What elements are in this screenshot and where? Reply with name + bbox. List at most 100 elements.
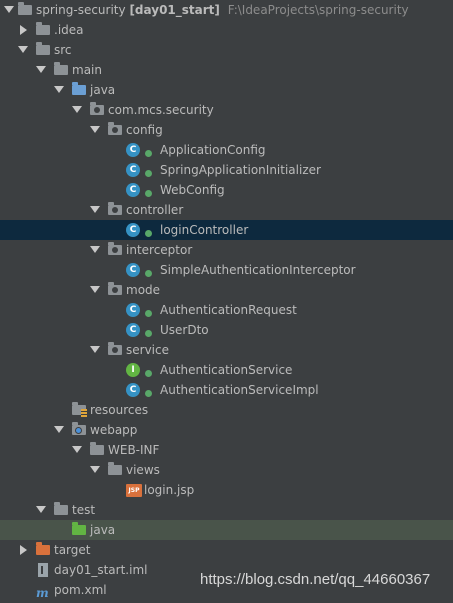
tree-row-webapp[interactable]: webapp — [0, 420, 453, 440]
public-access-icon — [145, 270, 152, 277]
tree-row-package[interactable]: com.mcs.security — [0, 100, 453, 120]
chevron-down-icon[interactable] — [4, 6, 14, 13]
tree-row-login-jsp[interactable]: JSP login.jsp — [0, 480, 453, 500]
chevron-down-icon[interactable] — [90, 466, 100, 473]
folder-icon — [90, 442, 104, 455]
tree-label: controller — [126, 203, 184, 217]
project-name: spring-security — [36, 3, 126, 17]
tree-label: mode — [126, 283, 161, 297]
chevron-down-icon[interactable] — [36, 506, 46, 513]
tree-row-interceptor[interactable]: interceptor — [0, 240, 453, 260]
chevron-down-icon[interactable] — [54, 426, 64, 433]
tree-label: target — [54, 543, 91, 557]
project-tree: spring-security [day01_start] F:\IdeaPro… — [0, 0, 453, 600]
tree-row-resources[interactable]: resources — [0, 400, 453, 420]
public-access-icon — [145, 150, 152, 157]
public-access-icon — [145, 190, 152, 197]
module-name: [day01_start] — [129, 3, 220, 17]
chevron-down-icon[interactable] — [90, 286, 100, 293]
tree-row-simple-auth-interceptor[interactable]: C SimpleAuthenticationInterceptor — [0, 260, 453, 280]
class-icon: C — [126, 263, 140, 277]
tree-row-config[interactable]: config — [0, 120, 453, 140]
tree-label: config — [126, 123, 163, 137]
folder-icon — [36, 22, 50, 35]
tree-row-target[interactable]: target — [0, 540, 453, 560]
tree-label: AuthenticationService — [160, 363, 293, 377]
tree-label: service — [126, 343, 169, 357]
tree-row-web-config[interactable]: C WebConfig — [0, 180, 453, 200]
tree-row-main[interactable]: main — [0, 60, 453, 80]
tree-row-application-config[interactable]: C ApplicationConfig — [0, 140, 453, 160]
tree-row-views[interactable]: views — [0, 460, 453, 480]
chevron-down-icon[interactable] — [36, 66, 46, 73]
tree-row-spring-app-initializer[interactable]: C SpringApplicationInitializer — [0, 160, 453, 180]
tree-label: SimpleAuthenticationInterceptor — [160, 263, 356, 277]
tree-row-java[interactable]: java — [0, 80, 453, 100]
jsp-file-icon: JSP — [126, 484, 142, 497]
tree-row-authentication-service[interactable]: I AuthenticationService — [0, 360, 453, 380]
tree-label: java — [90, 83, 116, 97]
tree-label: WebConfig — [160, 183, 225, 197]
tree-label: WEB-INF — [108, 443, 160, 457]
folder-icon — [54, 502, 68, 515]
class-icon: C — [126, 163, 140, 177]
public-access-icon — [145, 370, 152, 377]
public-access-icon — [145, 390, 152, 397]
chevron-down-icon[interactable] — [72, 106, 82, 113]
tree-row-login-controller[interactable]: C loginController — [0, 220, 453, 240]
chevron-down-icon[interactable] — [18, 46, 28, 53]
tree-label: views — [126, 463, 160, 477]
chevron-down-icon[interactable] — [90, 346, 100, 353]
tree-label: main — [72, 63, 102, 77]
class-icon: C — [126, 323, 140, 337]
tree-label: com.mcs.security — [108, 103, 214, 117]
excluded-folder-icon — [36, 542, 50, 555]
tree-row-idea[interactable]: .idea — [0, 20, 453, 40]
public-access-icon — [145, 330, 152, 337]
tree-row-authentication-service-impl[interactable]: C AuthenticationServiceImpl — [0, 380, 453, 400]
class-icon: C — [126, 303, 140, 317]
tree-row-project-root[interactable]: spring-security [day01_start] F:\IdeaPro… — [0, 0, 453, 20]
chevron-right-icon[interactable] — [20, 545, 27, 555]
chevron-down-icon[interactable] — [90, 126, 100, 133]
tree-label: AuthenticationServiceImpl — [160, 383, 319, 397]
tree-row-authentication-request[interactable]: C AuthenticationRequest — [0, 300, 453, 320]
iml-file-icon — [38, 563, 48, 577]
maven-icon: m — [36, 586, 49, 600]
chevron-down-icon[interactable] — [90, 206, 100, 213]
project-path: F:\IdeaProjects\spring-security — [227, 3, 409, 17]
package-icon — [108, 282, 122, 295]
tree-row-controller[interactable]: controller — [0, 200, 453, 220]
package-icon — [90, 102, 104, 115]
public-access-icon — [145, 230, 152, 237]
package-icon — [108, 342, 122, 355]
tree-label: login.jsp — [144, 483, 195, 497]
project-label: spring-security [day01_start] F:\IdeaPro… — [36, 0, 409, 20]
tree-label: test — [72, 503, 96, 517]
tree-row-test[interactable]: test — [0, 500, 453, 520]
tree-row-user-dto[interactable]: C UserDto — [0, 320, 453, 340]
tree-label: SpringApplicationInitializer — [160, 163, 321, 177]
tree-label: loginController — [160, 223, 249, 237]
interface-icon: I — [126, 363, 140, 377]
tree-row-mode[interactable]: mode — [0, 280, 453, 300]
folder-icon — [108, 462, 122, 475]
tree-row-service[interactable]: service — [0, 340, 453, 360]
package-icon — [108, 242, 122, 255]
folder-icon — [54, 62, 68, 75]
tree-label: resources — [90, 403, 149, 417]
tree-row-src[interactable]: src — [0, 40, 453, 60]
folder-icon — [36, 42, 50, 55]
resources-folder-icon — [72, 402, 87, 417]
chevron-down-icon[interactable] — [54, 86, 64, 93]
tree-label: java — [90, 523, 116, 537]
class-icon: C — [126, 383, 140, 397]
chevron-right-icon[interactable] — [20, 25, 27, 35]
chevron-down-icon[interactable] — [72, 446, 82, 453]
chevron-down-icon[interactable] — [90, 246, 100, 253]
public-access-icon — [145, 310, 152, 317]
tree-row-test-java[interactable]: java — [0, 520, 453, 540]
tree-row-web-inf[interactable]: WEB-INF — [0, 440, 453, 460]
tree-label: UserDto — [160, 323, 209, 337]
web-folder-icon — [72, 422, 86, 435]
